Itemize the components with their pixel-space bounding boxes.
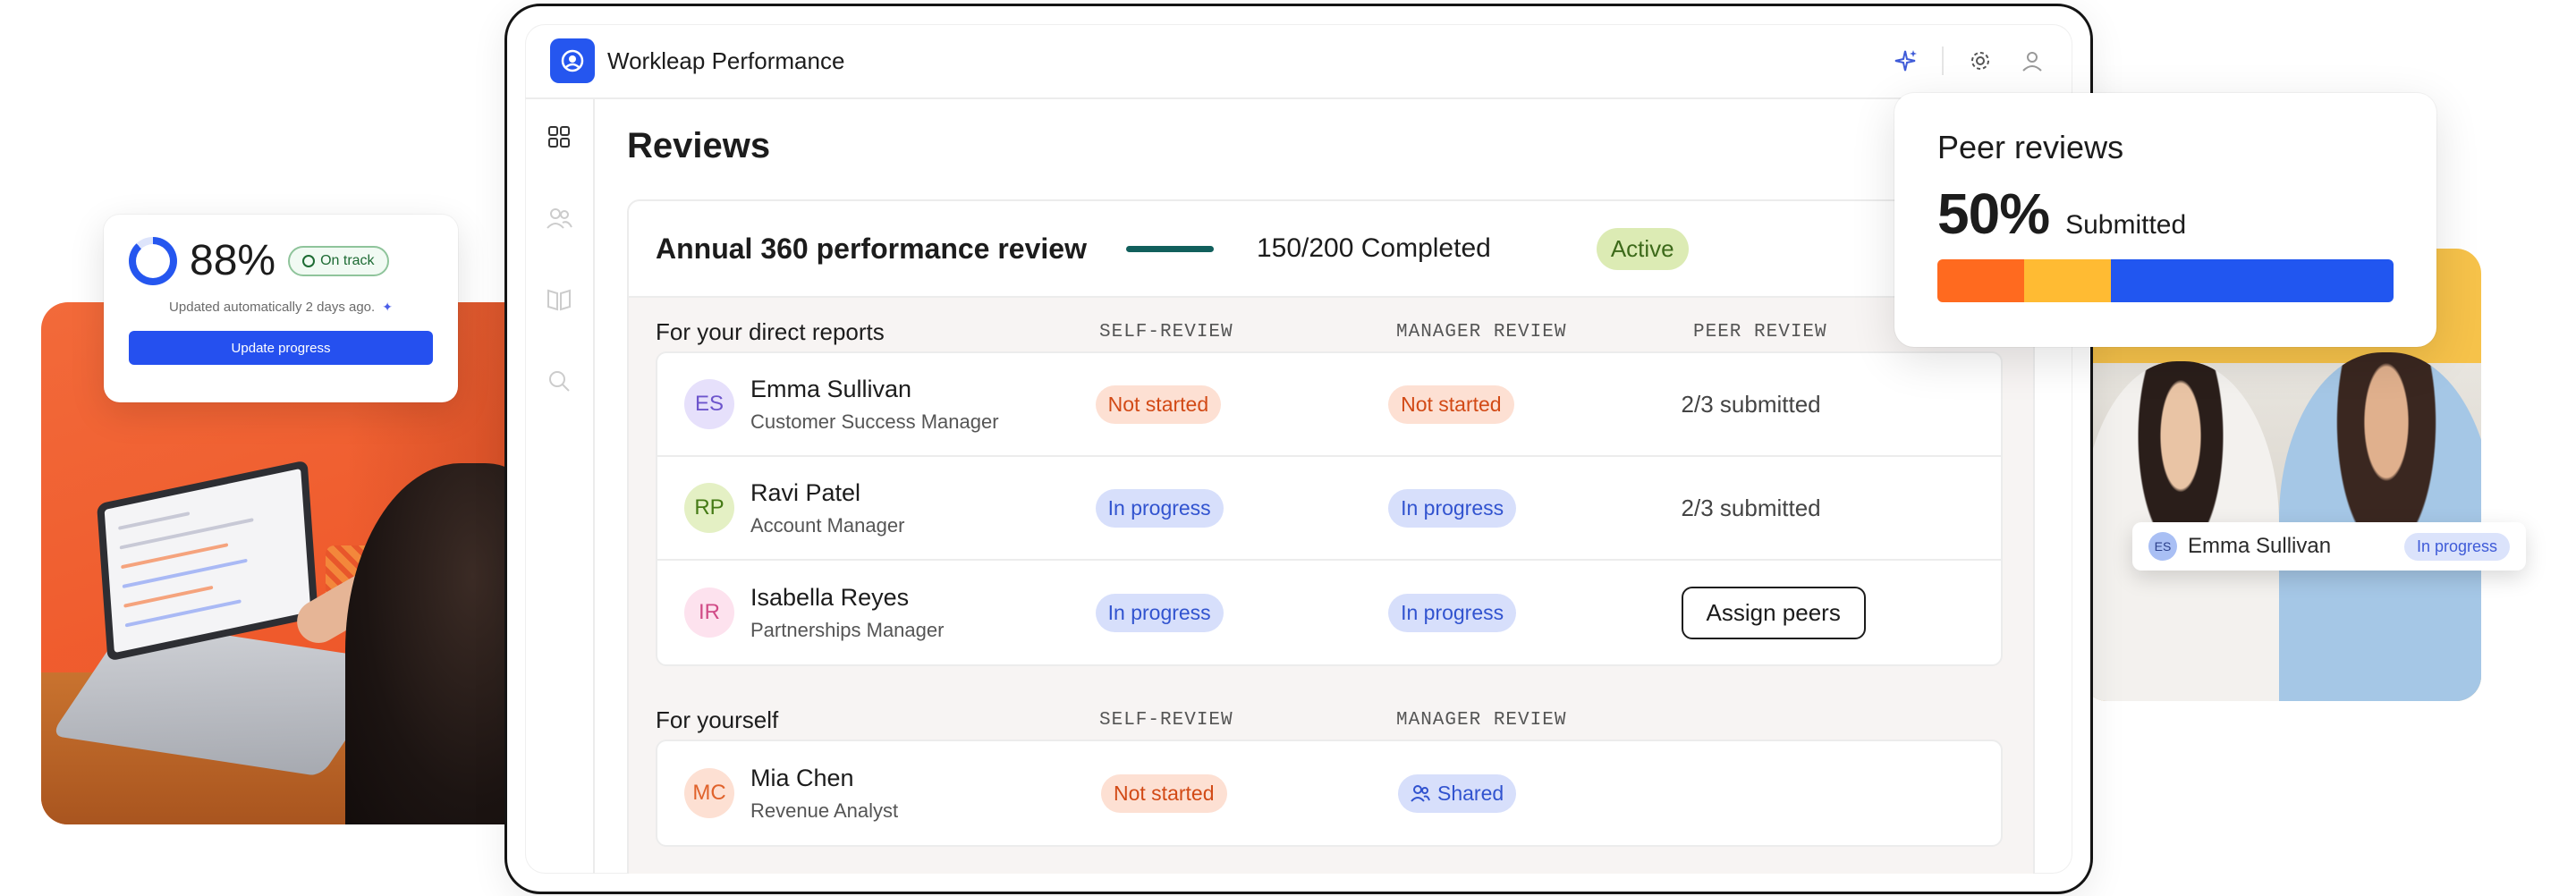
page-title: Reviews (627, 126, 771, 165)
assign-peers-button[interactable]: Assign peers (1681, 586, 1866, 639)
review-completed-count: 150/200 Completed (1256, 233, 1491, 263)
direct-reports-header: For your direct reports SELF-REVIEW MANA… (656, 314, 2006, 350)
self-review-status-badge: In progress (1095, 593, 1224, 632)
avatar: MC (684, 768, 734, 818)
divider (1942, 46, 1944, 75)
review-progress-bar (1125, 245, 1214, 252)
manager-review-status-badge: Shared (1398, 773, 1517, 813)
person-role: Account Manager (750, 513, 905, 537)
self-review-status-badge: In progress (1095, 488, 1224, 528)
avatar: IR (684, 587, 734, 638)
column-header-manager-review: MANAGER REVIEW (1396, 709, 1567, 731)
peer-bar-segment (1937, 259, 2024, 302)
person-name: Isabella Reyes (750, 583, 910, 611)
yourself-table: MC Mia Chen Revenue Analyst Not started (656, 740, 2003, 847)
table-row[interactable]: ES Emma Sullivan Customer Success Manage… (657, 353, 2001, 457)
person-role: Revenue Analyst (750, 799, 899, 822)
peer-bar-segment (2023, 259, 2111, 302)
sidebar (525, 99, 595, 874)
review-panel: Annual 360 performance review 150/200 Co… (627, 199, 2035, 874)
yourself-header: For yourself SELF-REVIEW MANAGER REVIEW (656, 702, 2006, 738)
sparkle-ai-icon[interactable] (1890, 46, 1920, 76)
on-track-label: On track (320, 252, 375, 268)
reviewer-chip: ES Emma Sullivan In progress (2132, 522, 2526, 571)
table-row[interactable]: MC Mia Chen Revenue Analyst Not started (657, 741, 2001, 845)
people-icon (1411, 785, 1430, 802)
status-badge: In progress (2403, 532, 2510, 561)
table-row[interactable]: IR Isabella Reyes Partnerships Manager I… (657, 561, 2001, 664)
update-progress-button[interactable]: Update progress (129, 331, 433, 365)
on-track-badge: On track (288, 245, 389, 276)
people-icon[interactable] (546, 206, 572, 235)
peer-review-status: 2/3 submitted (1681, 494, 1821, 521)
person-role: Customer Success Manager (750, 410, 999, 433)
on-track-icon (302, 254, 316, 267)
book-icon[interactable] (546, 287, 572, 317)
section-title: For yourself (656, 706, 779, 733)
reviewer-name: Emma Sullivan (2188, 534, 2332, 558)
section-title: For your direct reports (656, 317, 885, 345)
table-row[interactable]: RP Ravi Patel Account Manager In progres… (657, 457, 2001, 561)
peer-reviews-bar (1937, 259, 2394, 302)
person-name: Emma Sullivan (750, 375, 912, 402)
main-content: Reviews Annual 360 performance review 15… (595, 99, 2072, 874)
app-window: Workleap Performance Reviews Annual 360 … (525, 24, 2072, 874)
column-header-self-review: SELF-REVIEW (1099, 709, 1233, 731)
goal-percent: 88% (190, 237, 276, 284)
avatar: ES (2148, 532, 2177, 561)
search-icon[interactable] (547, 368, 572, 398)
column-header-self-review: SELF-REVIEW (1099, 321, 1233, 342)
peer-bar-segment (2110, 259, 2394, 302)
review-status-badge: Active (1596, 227, 1689, 270)
column-header-manager-review: MANAGER REVIEW (1396, 321, 1567, 342)
avatar: ES (684, 379, 734, 429)
review-header[interactable]: Annual 360 performance review 150/200 Co… (629, 201, 2033, 298)
workleap-logo-icon (550, 38, 595, 83)
direct-reports-table: ES Emma Sullivan Customer Success Manage… (656, 351, 2003, 666)
person-role: Partnerships Manager (750, 618, 945, 641)
laptop-screen (97, 460, 318, 662)
goal-updated-label: Updated automatically 2 days ago. (169, 300, 376, 315)
app-frame: Workleap Performance Reviews Annual 360 … (504, 4, 2093, 894)
gear-icon[interactable] (1965, 46, 1996, 76)
dashboard-icon[interactable] (547, 124, 572, 154)
person-name: Ravi Patel (750, 478, 861, 506)
top-bar: Workleap Performance (525, 24, 2072, 99)
peer-reviews-label: Submitted (2065, 210, 2187, 240)
manager-review-status-badge: In progress (1388, 488, 1517, 528)
peer-reviews-title: Peer reviews (1937, 129, 2124, 165)
sparkle-icon: ✦ (382, 300, 393, 314)
goal-updated-text: Updated automatically 2 days ago. ✦ (129, 300, 433, 315)
peer-reviews-card: Peer reviews 50% Submitted (1894, 93, 2436, 347)
peer-review-status: 2/3 submitted (1681, 390, 1821, 418)
user-icon[interactable] (2017, 46, 2047, 76)
self-review-status-badge: Not started (1101, 773, 1227, 813)
peer-reviews-percent: 50% (1937, 182, 2050, 246)
manager-review-status-label: Shared (1437, 781, 1504, 805)
manager-review-status-badge: Not started (1388, 385, 1514, 424)
person-name: Mia Chen (750, 764, 854, 791)
manager-review-status-badge: In progress (1388, 593, 1517, 632)
avatar: RP (684, 483, 734, 533)
self-review-status-badge: Not started (1095, 385, 1222, 424)
app-name: Workleap Performance (607, 46, 845, 74)
progress-ring (129, 236, 177, 285)
review-title: Annual 360 performance review (656, 232, 1087, 265)
goal-progress-card: 88% On track Updated automatically 2 day… (104, 215, 458, 402)
